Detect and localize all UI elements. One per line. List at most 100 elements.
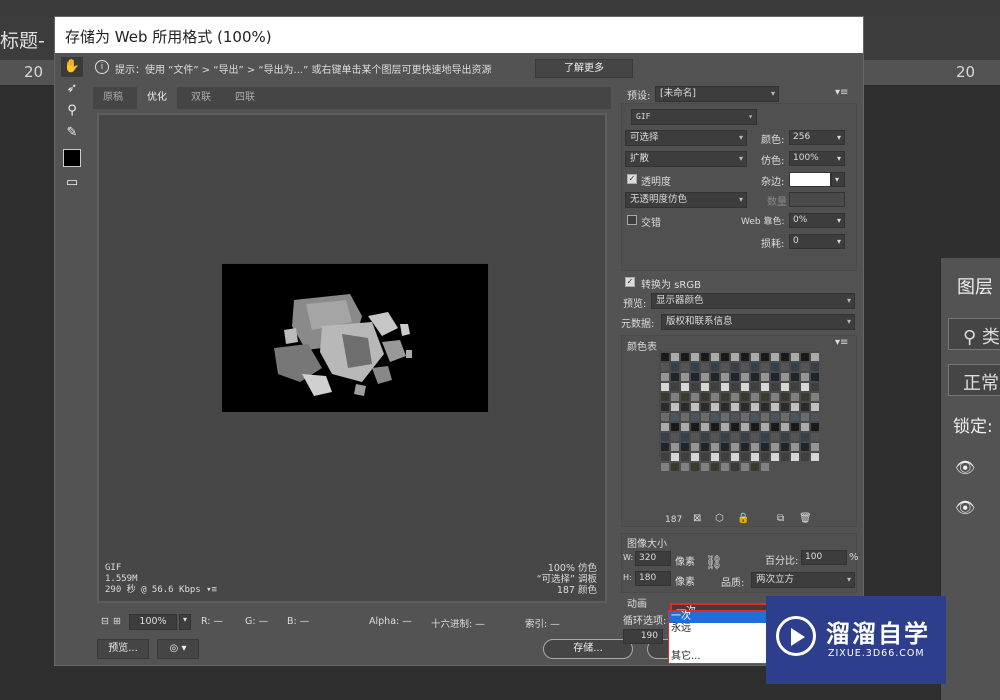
palette-swatch[interactable] (691, 383, 699, 391)
palette-swatch[interactable] (721, 393, 729, 401)
palette-swatch[interactable] (661, 433, 669, 441)
palette-swatch[interactable] (721, 373, 729, 381)
palette-swatch[interactable] (721, 443, 729, 451)
palette-swatch[interactable] (661, 373, 669, 381)
loop-option-forever[interactable]: 永远 (669, 623, 767, 635)
palette-swatch[interactable] (791, 453, 799, 461)
palette-swatch[interactable] (671, 393, 679, 401)
preset-select[interactable]: [未命名] ▾ (655, 86, 779, 102)
palette-swatch[interactable] (661, 443, 669, 451)
palette-swatch[interactable] (711, 433, 719, 441)
web-snap-input[interactable]: 0% ▾ (789, 213, 845, 228)
zoom-tool-icon[interactable]: ⚲ (61, 101, 83, 121)
palette-swatch[interactable] (811, 453, 819, 461)
eyedropper-tool-icon[interactable]: ✎ (61, 123, 83, 143)
palette-swatch[interactable] (691, 413, 699, 421)
palette-swatch[interactable] (791, 413, 799, 421)
palette-swatch[interactable] (761, 393, 769, 401)
palette-swatch[interactable] (751, 373, 759, 381)
palette-swatch[interactable] (691, 423, 699, 431)
zoom-out-icon[interactable]: ⊟ (101, 616, 109, 627)
palette-swatch[interactable] (811, 433, 819, 441)
palette-swatch[interactable] (761, 403, 769, 411)
palette-swatch[interactable] (711, 403, 719, 411)
palette-swatch[interactable] (801, 453, 809, 461)
palette-swatch[interactable] (721, 453, 729, 461)
palette-swatch[interactable] (761, 423, 769, 431)
palette-swatch[interactable] (741, 363, 749, 371)
palette-swatch[interactable] (661, 393, 669, 401)
palette-swatch[interactable] (701, 363, 709, 371)
slice-select-tool-icon[interactable]: ➶ (61, 79, 83, 99)
palette-swatch[interactable] (751, 383, 759, 391)
palette-swatch[interactable] (731, 433, 739, 441)
palette-swatch[interactable] (711, 363, 719, 371)
palette-swatch[interactable] (711, 463, 719, 471)
palette-swatch[interactable] (691, 353, 699, 361)
eye-icon[interactable]: 👁 (955, 458, 975, 477)
height-input[interactable]: 180 (635, 571, 671, 586)
palette-swatch[interactable] (801, 383, 809, 391)
palette-swatch[interactable] (681, 363, 689, 371)
palette-swatch[interactable] (711, 453, 719, 461)
palette-swatch[interactable] (751, 353, 759, 361)
palette-swatch[interactable] (671, 353, 679, 361)
palette-swatch[interactable] (711, 353, 719, 361)
palette-swatch[interactable] (751, 403, 759, 411)
palette-swatch[interactable] (741, 413, 749, 421)
palette-swatch[interactable] (681, 423, 689, 431)
palette-swatch[interactable] (701, 353, 709, 361)
palette-swatch[interactable] (791, 363, 799, 371)
palette-swatch[interactable] (721, 433, 729, 441)
palette-swatch[interactable] (731, 373, 739, 381)
hand-tool-icon[interactable]: ✋ (61, 57, 83, 77)
palette-swatch[interactable] (771, 363, 779, 371)
palette-swatch[interactable] (771, 423, 779, 431)
palette-swatch[interactable] (661, 453, 669, 461)
trash-icon[interactable]: 🗑 (799, 513, 812, 524)
palette-swatch[interactable] (801, 423, 809, 431)
loop-option-once[interactable]: 一次 (669, 611, 767, 623)
palette-swatch[interactable] (781, 363, 789, 371)
palette-swatch[interactable] (801, 433, 809, 441)
chevron-down-icon[interactable]: ▾ (831, 172, 845, 187)
palette-swatch[interactable] (771, 453, 779, 461)
palette-swatch[interactable] (711, 373, 719, 381)
palette-swatch[interactable] (701, 443, 709, 451)
palette-swatch[interactable] (781, 393, 789, 401)
lossy-input[interactable]: 0 ▾ (789, 234, 845, 249)
palette-swatch[interactable] (701, 373, 709, 381)
palette-swatch[interactable] (701, 393, 709, 401)
palette-swatch[interactable] (731, 383, 739, 391)
palette-swatch[interactable] (761, 363, 769, 371)
palette-swatch[interactable] (791, 383, 799, 391)
palette-swatch[interactable] (771, 413, 779, 421)
palette-swatch[interactable] (691, 463, 699, 471)
palette-swatch[interactable] (751, 453, 759, 461)
blend-mode-select[interactable]: 正常 (948, 364, 1000, 396)
palette-swatch[interactable] (661, 363, 669, 371)
palette-swatch[interactable] (731, 363, 739, 371)
palette-swatch[interactable] (761, 353, 769, 361)
palette-swatch[interactable] (711, 423, 719, 431)
tab-original[interactable]: 原稿 (93, 87, 133, 109)
palette-swatch[interactable] (691, 403, 699, 411)
palette-swatch[interactable] (751, 433, 759, 441)
palette-swatch[interactable] (701, 453, 709, 461)
percent-input[interactable]: 100 (801, 550, 847, 565)
palette-swatch[interactable] (671, 403, 679, 411)
palette-swatch[interactable] (811, 353, 819, 361)
palette-swatch[interactable] (701, 433, 709, 441)
palette-swatch[interactable] (801, 413, 809, 421)
dither-input[interactable]: 100% ▾ (789, 151, 845, 166)
new-color-icon[interactable]: ⧉ (777, 513, 784, 524)
map-to-transparent-icon[interactable]: ⊠ (693, 513, 701, 524)
palette-swatch[interactable] (711, 413, 719, 421)
palette-swatch[interactable] (681, 413, 689, 421)
palette-swatch[interactable] (701, 403, 709, 411)
palette-swatch[interactable] (781, 353, 789, 361)
palette-swatch[interactable] (781, 413, 789, 421)
palette-swatch[interactable] (771, 383, 779, 391)
palette-swatch[interactable] (761, 453, 769, 461)
palette-swatch[interactable] (771, 353, 779, 361)
